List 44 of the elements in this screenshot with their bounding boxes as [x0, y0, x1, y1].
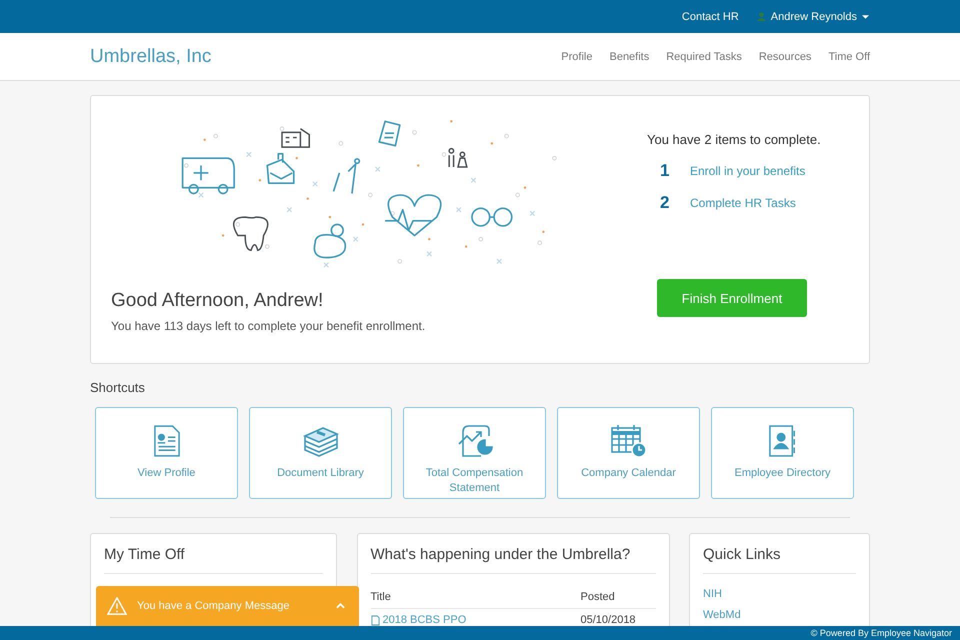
- message-text: You have a Company Message: [137, 600, 290, 612]
- brand-name[interactable]: Umbrellas, Inc: [90, 46, 212, 68]
- footer-credit: © Powered By Employee Navigator: [810, 628, 952, 638]
- section-heading: Shortcuts: [90, 380, 146, 395]
- task-link[interactable]: Complete HR Tasks: [690, 196, 796, 210]
- caret-icon: [862, 14, 869, 18]
- card-title: My Time Off: [104, 546, 323, 574]
- quick-link[interactable]: WebMd: [703, 609, 856, 621]
- books-icon: [302, 424, 338, 458]
- user-icon: [756, 12, 766, 21]
- shortcut-tile[interactable]: Document Library: [249, 407, 392, 499]
- nav-link[interactable]: Profile: [561, 50, 592, 62]
- contact-link[interactable]: Contact HR: [682, 10, 739, 22]
- finish-enrollment-button[interactable]: Finish Enrollment: [657, 279, 807, 317]
- nav-link[interactable]: Time Off: [828, 50, 870, 62]
- nav-link[interactable]: Required Tasks: [666, 50, 742, 62]
- task-link[interactable]: Enroll in your benefits: [690, 164, 806, 178]
- greeting-heading: Good Afternoon, Andrew!: [111, 290, 324, 312]
- card-title: What's happening under the Umbrella?: [370, 546, 656, 574]
- item-number: 2: [659, 193, 670, 213]
- shortcut-tile[interactable]: View Profile: [95, 407, 238, 499]
- quick-link[interactable]: NIH: [703, 588, 856, 600]
- shortcut-tile[interactable]: Employee Directory: [711, 407, 854, 499]
- todo-heading: You have 2 items to complete.: [647, 132, 822, 147]
- nav-link[interactable]: Benefits: [609, 50, 650, 62]
- shortcut-tile[interactable]: Company Calendar: [557, 407, 700, 499]
- nav-link[interactable]: Resources: [758, 50, 812, 62]
- contact-book-icon: [768, 424, 796, 458]
- card-title: Quick Links: [703, 546, 856, 574]
- chart-document-icon: [456, 424, 492, 458]
- user-menu[interactable]: Andrew Reynolds: [756, 10, 869, 22]
- document-link[interactable]: 2018 BCBS PPO: [370, 614, 580, 626]
- calendar-clock-icon: [610, 424, 646, 458]
- warning-icon: [107, 597, 127, 615]
- document-icon: [154, 424, 180, 458]
- pdf-icon: [370, 614, 380, 626]
- column-header: Title: [370, 591, 392, 603]
- shortcut-tile[interactable]: Total Compensation Statement: [403, 407, 546, 499]
- item-number: 1: [659, 161, 670, 181]
- column-header: Posted: [580, 591, 616, 603]
- chevron-up-icon: [336, 603, 345, 609]
- company-message-bar[interactable]: You have a Company Message: [96, 586, 359, 626]
- enrollment-notice: You have 113 days left to complete your benefit enrollment.: [111, 319, 426, 333]
- table-cell-text: 05/10/2018: [580, 614, 637, 626]
